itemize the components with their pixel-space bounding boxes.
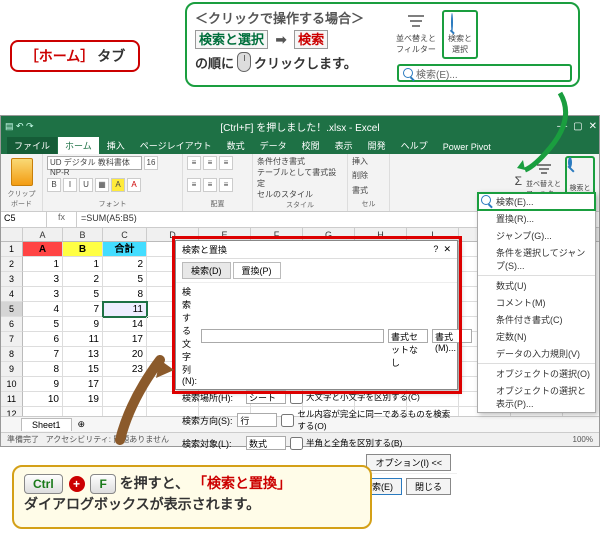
col-header-a[interactable]: A — [23, 228, 63, 241]
align-left[interactable]: ≡ — [187, 178, 201, 192]
sheet-tab-1[interactable]: Sheet1 — [21, 418, 72, 431]
find-what-input[interactable] — [201, 329, 384, 343]
whole-cell-check[interactable] — [281, 414, 294, 427]
ribbon-tabs: ファイル ホーム 挿入 ページレイアウト 数式 データ 校閲 表示 開発 ヘルプ… — [1, 136, 599, 154]
f-key: F — [90, 474, 115, 494]
arrow-icon: ➡ — [276, 32, 287, 47]
mouse-icon — [237, 52, 251, 72]
name-box[interactable]: C5 — [1, 212, 47, 227]
align-top[interactable]: ≡ — [187, 156, 201, 170]
match-case-check[interactable] — [290, 391, 303, 404]
ctrl-key: Ctrl — [24, 474, 63, 494]
cells-format[interactable]: 書式 — [352, 185, 385, 196]
minimize-button[interactable]: — — [557, 121, 567, 132]
align-right[interactable]: ≡ — [219, 178, 233, 192]
plus-icon: + — [69, 476, 85, 492]
tab-powerpivot[interactable]: Power Pivot — [436, 140, 498, 154]
qat[interactable]: ▤ ↶ ↷ — [5, 121, 34, 132]
menu-formulas[interactable]: 数式(U) — [478, 277, 595, 294]
direction-select[interactable]: 行 — [237, 413, 277, 427]
find-what-label: 検索する文字列(N): — [182, 285, 197, 386]
home-tab-badge: ［ ホーム ］ タブ — [10, 40, 140, 72]
italic-button[interactable]: I — [63, 178, 77, 192]
font-color-button[interactable]: A — [127, 178, 141, 192]
callout-click-instructions: ＜クリックで操作する場合＞ 検索と選択 ➡ 検索 の順に クリックします。 並べ… — [185, 2, 580, 87]
search-icon — [403, 68, 413, 78]
find-select-dropdown: 検索(E)... 置換(R)... ジャンプ(G)... 条件を選択してジャンプ… — [477, 192, 596, 413]
border-button[interactable]: ▦ — [95, 178, 109, 192]
bold-button[interactable]: B — [47, 178, 61, 192]
maximize-button[interactable]: ▢ — [573, 121, 582, 132]
font-size[interactable]: 16 — [144, 156, 158, 170]
fill-color-button[interactable]: A — [111, 178, 125, 192]
find-replace-dialog: 検索と置換 ? ✕ 検索(D) 置換(P) 検索する文字列(N): 書式セットな… — [175, 240, 458, 390]
autosum-group[interactable]: Σ — [515, 174, 522, 188]
align-mid[interactable]: ≡ — [203, 156, 217, 170]
align-bot[interactable]: ≡ — [219, 156, 233, 170]
select-all[interactable] — [1, 228, 23, 241]
col-header-b[interactable]: B — [63, 228, 103, 241]
dialog-close[interactable]: ✕ — [443, 244, 451, 254]
callout-btn-find-select: 検索と選択 — [195, 30, 268, 49]
byte-check[interactable] — [290, 437, 303, 450]
cells-delete[interactable]: 削除 — [352, 170, 385, 181]
col-header-c[interactable]: C — [103, 228, 147, 241]
menu-validation[interactable]: データの入力規則(V) — [478, 345, 595, 362]
callout-keyboard-shortcut: Ctrl + F を押すと、 「検索と置換」 ダイアログボックスが表示されます。 — [12, 465, 372, 529]
font-selector[interactable]: UD デジタル 教科書体 NP-R — [47, 156, 142, 170]
tab-file[interactable]: ファイル — [7, 137, 57, 154]
menu-replace[interactable]: 置換(R)... — [478, 210, 595, 227]
underline-button[interactable]: U — [79, 178, 93, 192]
fx-label: fx — [47, 212, 77, 227]
search-menu-preview: 検索(E)... — [397, 64, 572, 82]
zoom-level[interactable]: 100% — [573, 435, 593, 444]
options-button[interactable]: オプション(I) << — [366, 454, 451, 471]
cell-styles[interactable]: セルのスタイル — [257, 189, 343, 200]
no-format-label: 書式セットなし — [388, 329, 428, 343]
menu-goto-special[interactable]: 条件を選択してジャンプ(S)... — [478, 244, 595, 274]
close-button[interactable]: ✕ — [589, 121, 597, 132]
within-select[interactable]: シート — [246, 390, 286, 404]
align-center[interactable]: ≡ — [203, 178, 217, 192]
menu-comments[interactable]: コメント(M) — [478, 294, 595, 311]
title-bar: ▤ ↶ ↷ [Ctrl+F] を押しました！.xlsx - Excel — ▢ … — [1, 116, 599, 136]
paste-icon[interactable] — [11, 158, 33, 186]
tab-developer[interactable]: 開発 — [361, 137, 393, 154]
ribbon-preview: 並べ替えと フィルター 検索と 選択 — [392, 8, 572, 60]
tab-page-layout[interactable]: ページレイアウト — [133, 137, 219, 154]
dialog-title: 検索と置換 — [182, 243, 227, 256]
callout-btn-find: 検索 — [294, 30, 328, 49]
menu-select-objects[interactable]: オブジェクトの選択(O) — [478, 365, 595, 382]
cells-insert[interactable]: 挿入 — [352, 156, 385, 167]
format-button[interactable]: 書式(M)... — [432, 329, 472, 343]
menu-selection-pane[interactable]: オブジェクトの選択と表示(P)... — [478, 382, 595, 412]
new-sheet-button[interactable]: ⊕ — [78, 419, 86, 430]
menu-cond-format[interactable]: 条件付き書式(C) — [478, 311, 595, 328]
tab-insert[interactable]: 挿入 — [100, 137, 132, 154]
tab-home[interactable]: ホーム — [58, 137, 99, 154]
dialog-tab-replace[interactable]: 置換(P) — [233, 262, 281, 279]
tab-help[interactable]: ヘルプ — [394, 137, 435, 154]
menu-goto[interactable]: ジャンプ(G)... — [478, 227, 595, 244]
table-format[interactable]: テーブルとして書式設定 — [257, 167, 343, 189]
sort-filter-preview: 並べ替えと フィルター — [392, 12, 440, 57]
find-select-preview: 検索と 選択 — [442, 10, 478, 59]
menu-constants[interactable]: 定数(N) — [478, 328, 595, 345]
tab-formulas[interactable]: 数式 — [220, 137, 252, 154]
tab-review[interactable]: 校閲 — [295, 137, 327, 154]
tab-view[interactable]: 表示 — [328, 137, 360, 154]
lookin-select[interactable]: 数式 — [246, 436, 286, 450]
window-title: [Ctrl+F] を押しました！.xlsx - Excel — [220, 119, 379, 134]
tab-data[interactable]: データ — [253, 137, 294, 154]
close-button-dialog[interactable]: 閉じる — [406, 478, 451, 495]
menu-find[interactable]: 検索(E)... — [478, 193, 595, 210]
cond-format[interactable]: 条件付き書式 — [257, 156, 343, 167]
dialog-tab-find[interactable]: 検索(D) — [182, 262, 231, 279]
search-icon — [481, 195, 491, 205]
dialog-help[interactable]: ? — [433, 244, 438, 254]
